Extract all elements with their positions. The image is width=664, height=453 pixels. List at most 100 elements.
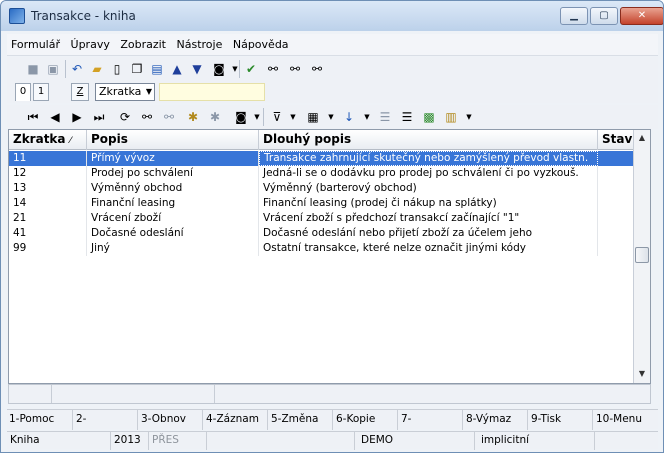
chevron-down-icon[interactable]: ▼: [323, 109, 339, 125]
camera-icon[interactable]: ◙: [211, 61, 227, 77]
report-icon[interactable]: ▥: [443, 109, 459, 125]
chevron-down-icon[interactable]: ▼: [285, 109, 301, 125]
scroll-down-icon[interactable]: ▼: [634, 366, 650, 382]
cell-description: Jedná-li se o dodávku pro prodej po schv…: [259, 166, 598, 181]
binoculars-icon[interactable]: ⚯: [139, 109, 155, 125]
grid-toolbar: ⏮ ◀ ▶ ⏭ ⟳ ⚯ ⚯ ✱ ✱ ◙ ▼ ⊽ ▼ ▦ ▼ ↓ ▼ ☰ ☰ ▩ …: [7, 105, 658, 129]
cell-name: Finanční leasing: [87, 196, 259, 211]
table-row[interactable]: 13 Výměnný obchod Výměnný (barterový obc…: [9, 181, 634, 196]
book-icon[interactable]: ▤: [149, 61, 165, 77]
cell-status: [598, 211, 634, 226]
table-row[interactable]: 11 Přímý vývoz Transakce zahrnující skut…: [9, 151, 634, 166]
refresh-icon[interactable]: ⟳: [117, 109, 133, 125]
save-icon[interactable]: ■: [25, 61, 41, 77]
fkey-1[interactable]: 1-Pomoc: [7, 410, 73, 430]
window-title: Transakce - kniha: [31, 9, 136, 23]
cell-code: 12: [9, 166, 87, 181]
binoculars-disabled-icon[interactable]: ⚯: [161, 109, 177, 125]
sort-select-value: Zkratka: [99, 85, 142, 98]
chevron-down-icon[interactable]: ▼: [461, 109, 477, 125]
table-row[interactable]: 21 Vrácení zboží Vrácení zboží s předcho…: [9, 211, 634, 226]
table-row[interactable]: 41 Dočasné odeslání Dočasné odeslání neb…: [9, 226, 634, 241]
search-input[interactable]: [159, 83, 265, 101]
previous-record-icon[interactable]: ◀: [47, 109, 63, 125]
binoculars-next-icon[interactable]: ⚯: [287, 61, 303, 77]
cell-status: [598, 226, 634, 241]
tab-1[interactable]: 1: [33, 83, 49, 101]
copy-icon[interactable]: ❐: [129, 61, 145, 77]
last-record-icon[interactable]: ⏭: [91, 109, 107, 125]
sort-select[interactable]: Zkratka ▼: [95, 83, 155, 101]
data-grid: Zkratka ⁄ Popis Dlouhý popis Stav 11 Pří…: [8, 129, 651, 384]
tab-strip: 0 1 Z Zkratka ▼: [7, 81, 658, 103]
status-mode: PŘES: [149, 432, 207, 450]
fkey-7[interactable]: 7-: [399, 410, 463, 430]
close-button[interactable]: ✕: [620, 7, 663, 25]
fkey-3[interactable]: 3-Obnov: [139, 410, 203, 430]
next-record-icon[interactable]: ▶: [69, 109, 85, 125]
fkey-8[interactable]: 8-Výmaz: [464, 410, 528, 430]
cell-code: 14: [9, 196, 87, 211]
cell-name: Vrácení zboží: [87, 211, 259, 226]
fkey-5[interactable]: 5-Změna: [269, 410, 333, 430]
add-star-icon[interactable]: ✱: [185, 109, 201, 125]
cell-name: Prodej po schválení: [87, 166, 259, 181]
table-row[interactable]: 14 Finanční leasing Finanční leasing (pr…: [9, 196, 634, 211]
title-bar[interactable]: Transakce - kniha ▁ ▢ ✕: [1, 1, 663, 31]
vertical-scrollbar[interactable]: ▲ ▼: [633, 130, 650, 383]
cell-description: Ostatní transakce, které nelze označit j…: [259, 241, 598, 256]
fkey-10[interactable]: 10-Menu: [594, 410, 658, 430]
menu-bar: Formulář Úpravy Zobrazit Nástroje Nápově…: [7, 34, 658, 56]
column-header-stav[interactable]: Stav: [598, 130, 634, 150]
cell-description: Dočasné odeslání nebo přijetí zboží za ú…: [259, 226, 598, 241]
fkey-9[interactable]: 9-Tisk: [529, 410, 593, 430]
cell-code: 13: [9, 181, 87, 196]
sort-az-icon[interactable]: ↓: [341, 109, 357, 125]
menu-zobrazit[interactable]: Zobrazit: [116, 34, 169, 51]
first-record-icon[interactable]: ⏮: [25, 109, 41, 125]
table-row[interactable]: 12 Prodej po schválení Jedná-li se o dod…: [9, 166, 634, 181]
excel-icon[interactable]: ▩: [421, 109, 437, 125]
cell-description: Finanční leasing (prodej či nákup na spl…: [259, 196, 598, 211]
menu-upravy[interactable]: Úpravy: [67, 34, 113, 51]
menu-formular[interactable]: Formulář: [7, 34, 63, 51]
z-button[interactable]: Z: [71, 83, 89, 101]
filter-check-icon[interactable]: ✔: [243, 61, 259, 77]
arrow-down-icon[interactable]: ▼: [189, 61, 205, 77]
menu-napoveda[interactable]: Nápověda: [229, 34, 292, 51]
status-year: 2013: [111, 432, 149, 450]
summary-divider: [214, 385, 215, 403]
binoculars-icon[interactable]: ⚯: [265, 61, 281, 77]
tab-0[interactable]: 0: [15, 83, 31, 101]
minimize-button[interactable]: ▁: [560, 7, 588, 25]
cell-code: 11: [9, 151, 87, 166]
fkey-4[interactable]: 4-Záznam: [204, 410, 268, 430]
fkey-6[interactable]: 6-Kopie: [334, 410, 398, 430]
camera-icon[interactable]: ◙: [233, 109, 249, 125]
cell-status: [598, 151, 634, 166]
chevron-down-icon[interactable]: ▼: [227, 61, 243, 77]
column-header-dlouhy-popis[interactable]: Dlouhý popis: [259, 130, 598, 150]
save-as-icon[interactable]: ▣: [45, 61, 61, 77]
fkey-2[interactable]: 2-: [74, 410, 138, 430]
filter-icon[interactable]: ⊽: [269, 109, 285, 125]
new-document-icon[interactable]: ▯: [109, 61, 125, 77]
binoculars-prev-icon[interactable]: ⚯: [309, 61, 325, 77]
cell-code: 21: [9, 211, 87, 226]
open-folder-icon[interactable]: ▰: [89, 61, 105, 77]
status-bar: Kniha 2013 PŘES DEMO implicitní: [7, 431, 658, 450]
undo-icon[interactable]: ↶: [69, 61, 85, 77]
table-row[interactable]: 99 Jiný Ostatní transakce, které nelze o…: [9, 241, 634, 256]
list-view-icon[interactable]: ☰: [399, 109, 415, 125]
columns-icon[interactable]: ▦: [305, 109, 321, 125]
menu-nastroje[interactable]: Nástroje: [173, 34, 226, 51]
scroll-thumb[interactable]: [635, 247, 649, 263]
column-header-popis[interactable]: Popis: [87, 130, 259, 150]
delete-star-icon[interactable]: ✱: [207, 109, 223, 125]
arrow-up-icon[interactable]: ▲: [169, 61, 185, 77]
scroll-up-icon[interactable]: ▲: [634, 130, 650, 146]
list-tree-icon[interactable]: ☰: [377, 109, 393, 125]
column-header-zkratka[interactable]: Zkratka ⁄: [9, 130, 87, 150]
chevron-down-icon[interactable]: ▼: [359, 109, 375, 125]
maximize-button[interactable]: ▢: [590, 7, 618, 25]
